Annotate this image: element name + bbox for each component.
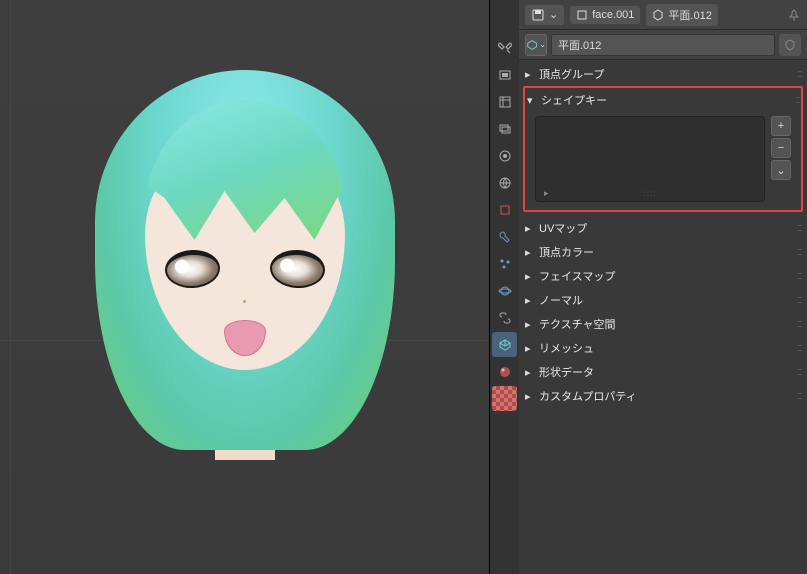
list-expand-toggle[interactable]: ▸ — [544, 188, 549, 199]
material-tab[interactable] — [492, 359, 517, 384]
output-tab[interactable] — [492, 89, 517, 114]
scene-tab[interactable] — [492, 143, 517, 168]
mesh-icon — [652, 9, 664, 21]
panel-label: ノーマル — [539, 292, 583, 308]
save-icon — [531, 8, 545, 22]
tool-tab[interactable] — [492, 35, 517, 60]
properties-tabs — [490, 0, 519, 574]
properties-header: ⌄ face.001 平面.012 — [519, 0, 807, 30]
object-breadcrumb[interactable]: face.001 — [570, 6, 640, 24]
drag-icon: :::: — [797, 342, 801, 354]
panel-label: テクスチャ空間 — [539, 316, 616, 332]
drag-icon: :::: — [797, 390, 801, 402]
mesh-datablock-dropdown[interactable]: ⌄ — [525, 34, 547, 56]
panel-custom-props[interactable]: ▸ カスタムプロパティ :::: — [523, 384, 803, 408]
mesh-data-tab[interactable] — [492, 332, 517, 357]
pin-icon[interactable] — [787, 8, 801, 22]
data-breadcrumb[interactable]: 平面.012 — [646, 4, 717, 26]
render-tab[interactable] — [492, 62, 517, 87]
viewport-3d[interactable] — [0, 0, 490, 574]
panel-label: 頂点グループ — [539, 66, 604, 82]
panel-label: リメッシュ — [539, 340, 594, 356]
object-name: face.001 — [592, 9, 634, 21]
panel-remesh[interactable]: ▸ リメッシュ :::: — [523, 336, 803, 360]
drag-icon: :::: — [797, 366, 801, 378]
shape-keys-highlighted-region: ▾ シェイプキー :::: ▸ :::: + − ⌄ — [523, 86, 803, 212]
panel-label: UVマップ — [539, 220, 587, 236]
panel-texture-space[interactable]: ▸ テクスチャ空間 :::: — [523, 312, 803, 336]
remove-shape-key-button[interactable]: − — [771, 138, 791, 158]
panel-label: フェイスマップ — [539, 268, 615, 284]
drag-icon: :::: — [644, 189, 657, 198]
drag-icon: :::: — [797, 318, 801, 330]
display-mode-dropdown[interactable]: ⌄ — [525, 5, 564, 25]
triangle-right-icon: ▸ — [525, 68, 535, 81]
shape-keys-list[interactable]: ▸ :::: — [535, 116, 765, 202]
modifier-tab[interactable] — [492, 224, 517, 249]
panel-label: 頂点カラー — [539, 244, 594, 260]
drag-icon: :::: — [797, 270, 801, 282]
panel-shape-keys[interactable]: ▾ シェイプキー :::: — [525, 88, 801, 112]
texture-tab[interactable] — [492, 386, 517, 411]
viewlayer-tab[interactable] — [492, 116, 517, 141]
physics-tab[interactable] — [492, 278, 517, 303]
mesh-data-name: 平面.012 — [668, 7, 711, 23]
fake-user-toggle[interactable] — [779, 34, 801, 56]
triangle-right-icon: ▸ — [525, 222, 535, 235]
panel-uv-maps[interactable]: ▸ UVマップ :::: — [523, 216, 803, 240]
triangle-right-icon: ▸ — [525, 390, 535, 403]
mesh-name-field[interactable]: 平面.012 — [551, 34, 775, 56]
world-tab[interactable] — [492, 170, 517, 195]
panel-geometry-data[interactable]: ▸ 形状データ :::: — [523, 360, 803, 384]
drag-icon: :::: — [795, 94, 799, 106]
particles-tab[interactable] — [492, 251, 517, 276]
constraints-tab[interactable] — [492, 305, 517, 330]
object-tab[interactable] — [492, 197, 517, 222]
triangle-right-icon: ▸ — [525, 366, 535, 379]
mesh-name-row: ⌄ 平面.012 — [519, 30, 807, 60]
add-shape-key-button[interactable]: + — [771, 116, 791, 136]
drag-icon: :::: — [797, 222, 801, 234]
panel-vertex-groups[interactable]: ▸ 頂点グループ :::: — [523, 62, 803, 86]
drag-icon: :::: — [797, 294, 801, 306]
triangle-right-icon: ▸ — [525, 270, 535, 283]
triangle-right-icon: ▸ — [525, 246, 535, 259]
shape-key-specials-dropdown[interactable]: ⌄ — [771, 160, 791, 180]
chevron-down-icon: ⌄ — [539, 40, 546, 49]
drag-icon: :::: — [797, 68, 801, 80]
object-icon — [576, 9, 588, 21]
panel-label: 形状データ — [539, 364, 594, 380]
chevron-down-icon: ⌄ — [549, 8, 558, 21]
panel-vertex-colors[interactable]: ▸ 頂点カラー :::: — [523, 240, 803, 264]
triangle-right-icon: ▸ — [525, 318, 535, 331]
triangle-down-icon: ▾ — [527, 94, 537, 107]
drag-icon: :::: — [797, 246, 801, 258]
panel-label: カスタムプロパティ — [539, 388, 637, 404]
triangle-right-icon: ▸ — [525, 294, 535, 307]
triangle-right-icon: ▸ — [525, 342, 535, 355]
panel-normals[interactable]: ▸ ノーマル :::: — [523, 288, 803, 312]
panel-label: シェイプキー — [541, 92, 607, 108]
panel-face-maps[interactable]: ▸ フェイスマップ :::: — [523, 264, 803, 288]
